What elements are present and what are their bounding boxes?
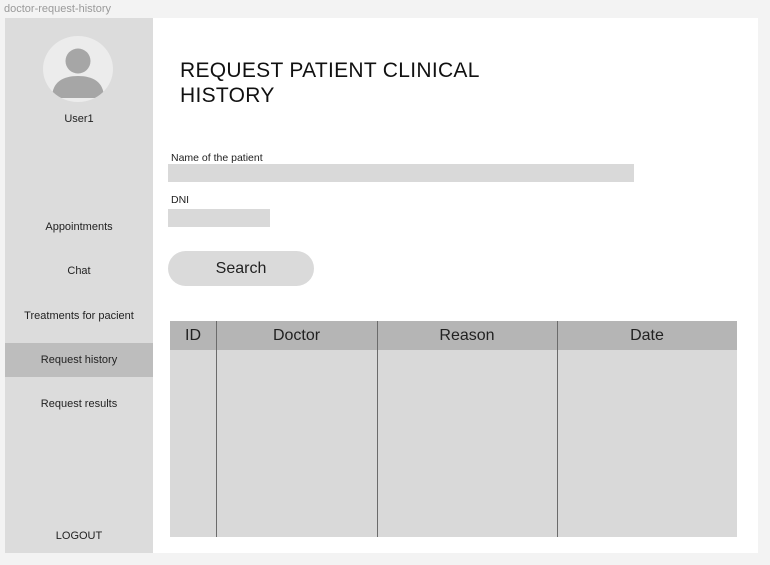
table-header: ID Doctor Reason Date [170, 321, 737, 350]
dni-input[interactable] [168, 209, 270, 227]
sidebar-item-treatments[interactable]: Treatments for pacient [5, 299, 153, 333]
sidebar-item-request-results[interactable]: Request results [5, 387, 153, 421]
column-header-doctor[interactable]: Doctor [216, 321, 377, 350]
sidebar-item-request-history[interactable]: Request history [5, 343, 153, 377]
column-header-reason[interactable]: Reason [377, 321, 557, 350]
app-window: User1 Appointments Chat Treatments for p… [5, 18, 758, 553]
username: User1 [64, 113, 94, 125]
column-divider [557, 321, 558, 537]
page-title: REQUEST PATIENT CLINICAL HISTORY [180, 59, 479, 107]
column-divider [216, 321, 217, 537]
column-header-id[interactable]: ID [170, 321, 216, 350]
user-avatar-icon[interactable] [43, 36, 113, 102]
history-table: ID Doctor Reason Date [170, 321, 737, 537]
column-header-date[interactable]: Date [557, 321, 737, 350]
logout-button[interactable]: LOGOUT [5, 519, 153, 553]
sidebar: User1 Appointments Chat Treatments for p… [5, 18, 153, 553]
patient-name-input[interactable] [168, 164, 634, 182]
sidebar-item-appointments[interactable]: Appointments [5, 210, 153, 244]
search-button[interactable]: Search [168, 251, 314, 286]
sidebar-item-chat[interactable]: Chat [5, 254, 153, 288]
frame-label: doctor-request-history [4, 3, 111, 15]
dni-label: DNI [171, 194, 190, 206]
column-divider [377, 321, 378, 537]
patient-name-label: Name of the patient [171, 152, 263, 164]
